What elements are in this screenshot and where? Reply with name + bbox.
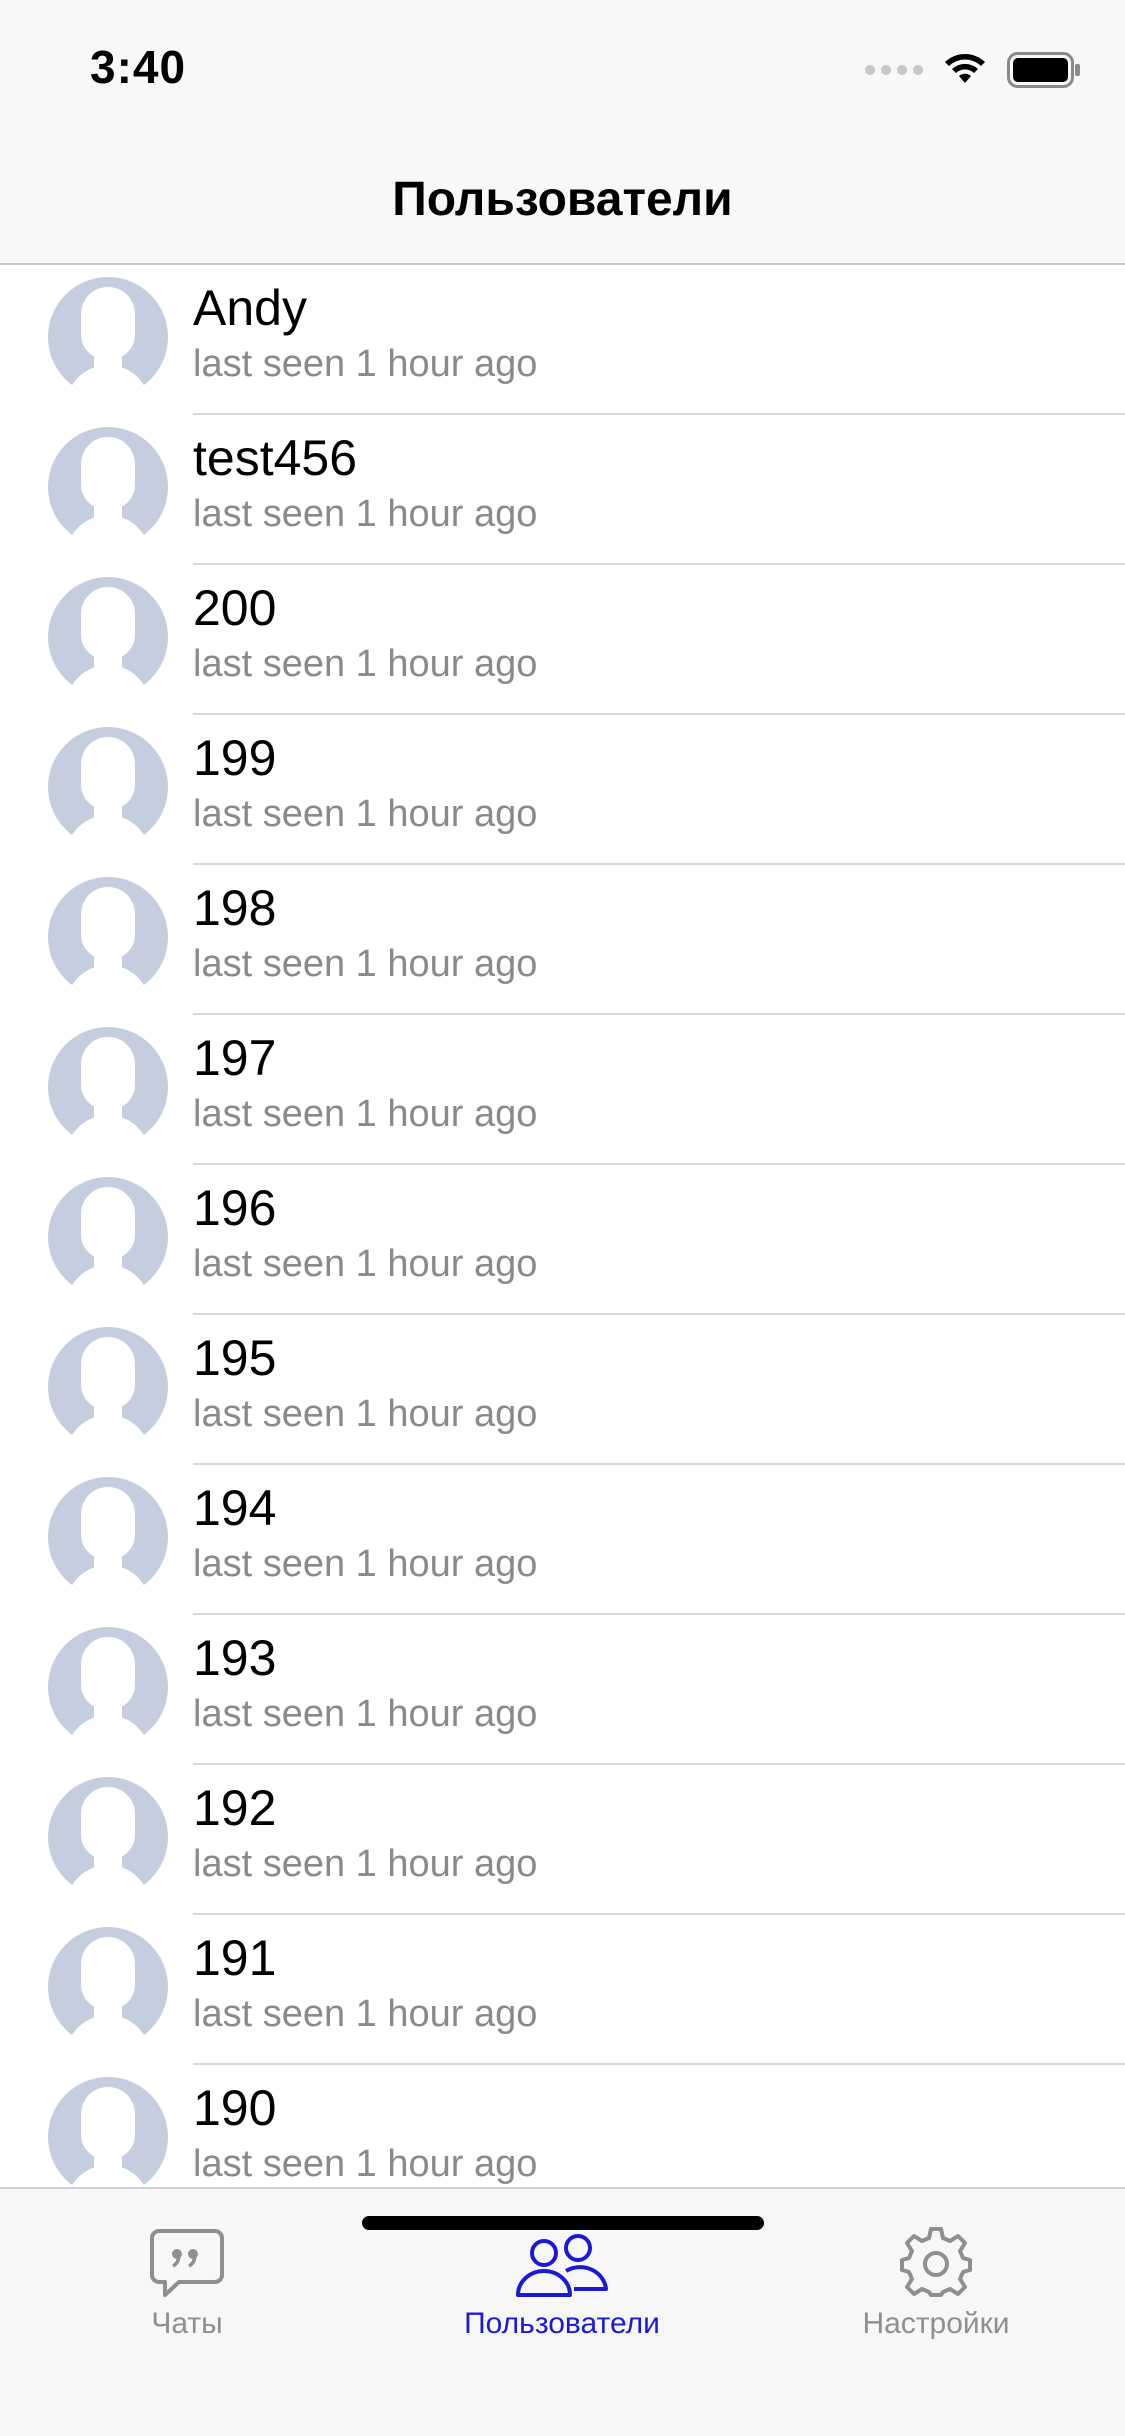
status-bar: 3:40 <box>0 0 1125 132</box>
avatar <box>48 2077 168 2187</box>
user-name: 191 <box>193 1930 277 1986</box>
wifi-icon <box>945 54 985 83</box>
list-item[interactable]: 190 last seen 1 hour ago <box>0 2065 1125 2187</box>
user-name: 197 <box>193 1030 277 1086</box>
list-item[interactable]: 193 last seen 1 hour ago <box>0 1615 1125 1765</box>
user-last-seen: last seen 1 hour ago <box>193 1543 538 1585</box>
tab-chats[interactable]: Чаты <box>37 2213 337 2341</box>
user-last-seen: last seen 1 hour ago <box>193 343 538 385</box>
list-item[interactable]: 195 last seen 1 hour ago <box>0 1315 1125 1465</box>
avatar <box>48 1327 168 1447</box>
list-item[interactable]: 191 last seen 1 hour ago <box>0 1915 1125 2065</box>
avatar <box>48 1777 168 1897</box>
list-item[interactable]: test456 last seen 1 hour ago <box>0 415 1125 565</box>
status-time: 3:40 <box>90 41 187 93</box>
user-last-seen: last seen 1 hour ago <box>193 643 538 685</box>
tab-chats-label: Чаты <box>151 2307 223 2340</box>
status-indicators <box>865 50 1081 90</box>
user-name: 192 <box>193 1780 277 1836</box>
avatar <box>48 1927 168 2047</box>
navigation-bar: Пользователи <box>0 132 1125 265</box>
user-last-seen: last seen 1 hour ago <box>193 943 538 985</box>
user-last-seen: last seen 1 hour ago <box>193 1993 538 2035</box>
page-title: Пользователи <box>392 173 733 226</box>
user-last-seen: last seen 1 hour ago <box>193 793 538 835</box>
user-name: 194 <box>193 1480 277 1536</box>
users-icon <box>516 2234 608 2297</box>
avatar <box>48 277 168 397</box>
user-name: test456 <box>193 430 358 486</box>
list-item[interactable]: 194 last seen 1 hour ago <box>0 1465 1125 1615</box>
list-item[interactable]: 198 last seen 1 hour ago <box>0 865 1125 1015</box>
gear-icon <box>900 2227 972 2297</box>
user-last-seen: last seen 1 hour ago <box>193 1843 538 1885</box>
tab-settings[interactable]: Настройки <box>786 2213 1086 2341</box>
user-name: 200 <box>193 580 277 636</box>
cellular-signal-icon <box>865 65 923 75</box>
avatar <box>48 577 168 697</box>
list-item[interactable]: 200 last seen 1 hour ago <box>0 565 1125 715</box>
list-item[interactable]: 196 last seen 1 hour ago <box>0 1165 1125 1315</box>
avatar <box>48 1477 168 1597</box>
avatar <box>48 877 168 997</box>
user-name: 196 <box>193 1180 277 1236</box>
avatar <box>48 1177 168 1297</box>
list-item[interactable]: 192 last seen 1 hour ago <box>0 1765 1125 1915</box>
avatar <box>48 1627 168 1747</box>
user-name: Andy <box>193 280 307 336</box>
home-indicator <box>362 2216 764 2230</box>
user-list[interactable]: Andy last seen 1 hour ago test456 last seen… <box>0 265 1125 2187</box>
user-last-seen: last seen 1 hour ago <box>193 1243 538 1285</box>
user-last-seen: last seen 1 hour ago <box>193 2143 538 2185</box>
user-last-seen: last seen 1 hour ago <box>193 1093 538 1135</box>
user-last-seen: last seen 1 hour ago <box>193 1393 538 1435</box>
list-item[interactable]: Andy last seen 1 hour ago <box>0 265 1125 415</box>
user-name: 193 <box>193 1630 277 1686</box>
avatar <box>48 427 168 547</box>
list-item[interactable]: 199 last seen 1 hour ago <box>0 715 1125 865</box>
user-name: 199 <box>193 730 277 786</box>
user-name: 195 <box>193 1330 277 1386</box>
user-last-seen: last seen 1 hour ago <box>193 1693 538 1735</box>
avatar <box>48 727 168 847</box>
tab-settings-label: Настройки <box>862 2307 1010 2340</box>
avatar <box>48 1027 168 1147</box>
tab-users-label: Пользователи <box>464 2307 660 2340</box>
chat-bubble-icon <box>150 2229 224 2297</box>
user-name: 198 <box>193 880 277 936</box>
battery-icon <box>1007 52 1080 88</box>
list-item[interactable]: 197 last seen 1 hour ago <box>0 1015 1125 1165</box>
user-name: 190 <box>193 2080 277 2136</box>
tab-users[interactable]: Пользователи <box>412 2213 712 2341</box>
tab-bar: Чаты Пользователи Настройки <box>0 2187 1125 2436</box>
user-last-seen: last seen 1 hour ago <box>193 493 538 535</box>
